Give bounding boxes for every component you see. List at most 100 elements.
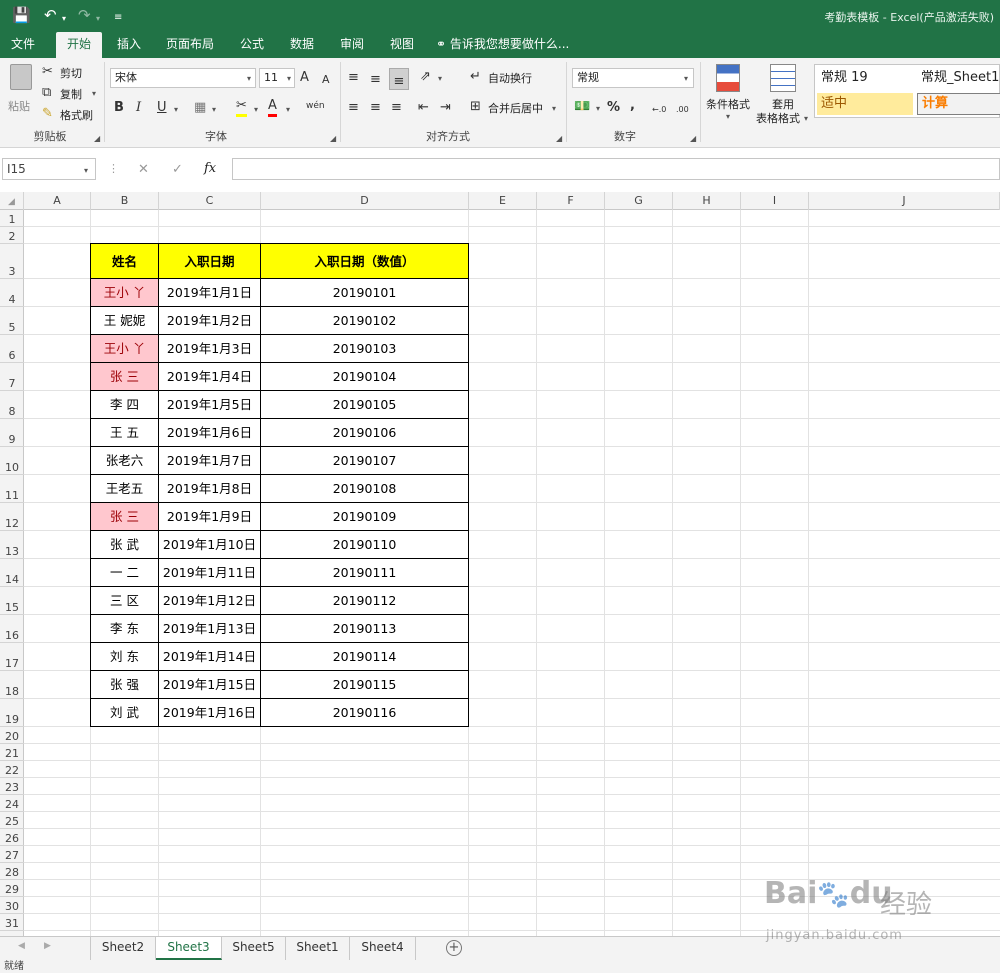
undo-icon[interactable]: ↶ xyxy=(44,7,57,23)
sheet-tab-sheet3[interactable]: Sheet3 xyxy=(156,937,222,960)
row-header[interactable]: 21 xyxy=(0,744,24,761)
row-header[interactable]: 16 xyxy=(0,615,24,643)
date-number-cell[interactable]: 20190113 xyxy=(261,615,469,643)
date-cell[interactable]: 2019年1月1日 xyxy=(159,279,261,307)
format-painter-button[interactable]: 格式刷 xyxy=(60,107,93,123)
date-cell[interactable]: 2019年1月4日 xyxy=(159,363,261,391)
row-header[interactable]: 8 xyxy=(0,391,24,419)
chevron-down-icon[interactable]: ▾ xyxy=(84,166,88,175)
chevron-down-icon[interactable]: ▾ xyxy=(254,105,258,114)
formula-input[interactable] xyxy=(232,158,1000,180)
row-header[interactable]: 26 xyxy=(0,829,24,846)
name-cell[interactable]: 三 区 xyxy=(90,587,159,615)
name-cell[interactable]: 张 武 xyxy=(90,531,159,559)
name-cell[interactable]: 王小 丫 xyxy=(90,335,159,363)
tell-me-box[interactable]: ⚭ 告诉我您想要做什么... xyxy=(436,32,576,58)
table-header-cell[interactable]: 入职日期 xyxy=(159,243,261,279)
percent-button[interactable]: % xyxy=(607,100,620,116)
row-header[interactable]: 14 xyxy=(0,559,24,587)
name-cell[interactable]: 张 强 xyxy=(90,671,159,699)
tab-file[interactable]: 文件 xyxy=(4,32,42,58)
customize-icon[interactable]: ≡ xyxy=(114,10,122,26)
date-number-cell[interactable]: 20190115 xyxy=(261,671,469,699)
phonetic-icon[interactable]: wén xyxy=(306,98,325,114)
scroll-left-icon[interactable]: ◀ xyxy=(18,941,25,951)
fill-color-icon[interactable]: ✂ xyxy=(236,98,247,117)
sheet-tab-sheet5[interactable]: Sheet5 xyxy=(222,937,286,960)
row-header[interactable]: 1 xyxy=(0,210,24,227)
date-cell[interactable]: 2019年1月5日 xyxy=(159,391,261,419)
date-cell[interactable]: 2019年1月2日 xyxy=(159,307,261,335)
name-cell[interactable]: 张老六 xyxy=(90,447,159,475)
row-header[interactable]: 3 xyxy=(0,244,24,279)
date-cell[interactable]: 2019年1月15日 xyxy=(159,671,261,699)
row-header[interactable]: 18 xyxy=(0,671,24,699)
tab-insert[interactable]: 插入 xyxy=(108,32,150,58)
align-center-icon[interactable]: ≡ xyxy=(370,100,381,116)
row-header[interactable]: 15 xyxy=(0,587,24,615)
row-header[interactable]: 24 xyxy=(0,795,24,812)
date-number-cell[interactable]: 20190109 xyxy=(261,503,469,531)
decrease-indent-icon[interactable]: ⇤ xyxy=(418,100,429,116)
italic-button[interactable]: I xyxy=(136,100,141,116)
date-number-cell[interactable]: 20190112 xyxy=(261,587,469,615)
row-header[interactable]: 25 xyxy=(0,812,24,829)
row-header[interactable]: 19 xyxy=(0,699,24,727)
column-header-c[interactable]: C xyxy=(159,192,261,210)
date-cell[interactable]: 2019年1月13日 xyxy=(159,615,261,643)
date-cell[interactable]: 2019年1月8日 xyxy=(159,475,261,503)
column-header-e[interactable]: E xyxy=(469,192,537,210)
name-cell[interactable]: 李 东 xyxy=(90,615,159,643)
align-top-icon[interactable]: ≡ xyxy=(348,70,359,86)
date-number-cell[interactable]: 20190102 xyxy=(261,307,469,335)
table-header-cell[interactable]: 姓名 xyxy=(90,243,159,279)
wrap-text-button[interactable]: 自动换行 xyxy=(488,70,532,86)
chevron-down-icon[interactable]: ▾ xyxy=(286,105,290,114)
date-number-cell[interactable]: 20190106 xyxy=(261,419,469,447)
column-header-j[interactable]: J xyxy=(809,192,1000,210)
date-cell[interactable]: 2019年1月3日 xyxy=(159,335,261,363)
name-cell[interactable]: 刘 东 xyxy=(90,643,159,671)
name-cell[interactable]: 王小 丫 xyxy=(90,279,159,307)
name-cell[interactable]: 张 三 xyxy=(90,503,159,531)
table-header-cell[interactable]: 入职日期（数值） xyxy=(261,243,469,279)
row-header[interactable]: 7 xyxy=(0,363,24,391)
column-header-h[interactable]: H xyxy=(673,192,741,210)
row-header[interactable]: 23 xyxy=(0,778,24,795)
dialog-launcher-icon[interactable]: ◢ xyxy=(330,134,336,143)
align-right-icon[interactable]: ≡ xyxy=(391,100,402,116)
merge-center-button[interactable]: 合并后居中 xyxy=(488,100,543,116)
date-cell[interactable]: 2019年1月9日 xyxy=(159,503,261,531)
style-normal-sheet1[interactable]: 常规_Sheet1 xyxy=(917,67,1000,89)
paste-button[interactable]: 粘贴 xyxy=(6,62,36,122)
date-cell[interactable]: 2019年1月11日 xyxy=(159,559,261,587)
date-cell[interactable]: 2019年1月10日 xyxy=(159,531,261,559)
row-header[interactable]: 2 xyxy=(0,227,24,244)
tab-view[interactable]: 视图 xyxy=(382,32,422,58)
tab-page-layout[interactable]: 页面布局 xyxy=(160,32,220,58)
align-middle-icon[interactable]: ≡ xyxy=(370,72,381,88)
name-cell[interactable]: 王 妮妮 xyxy=(90,307,159,335)
chevron-down-icon[interactable]: ▾ xyxy=(596,104,600,113)
column-header-f[interactable]: F xyxy=(537,192,605,210)
date-cell[interactable]: 2019年1月16日 xyxy=(159,699,261,727)
row-header[interactable]: 11 xyxy=(0,475,24,503)
row-header[interactable]: 6 xyxy=(0,335,24,363)
row-header[interactable]: 9 xyxy=(0,419,24,447)
row-header[interactable]: 4 xyxy=(0,279,24,307)
row-header[interactable]: 5 xyxy=(0,307,24,335)
date-cell[interactable]: 2019年1月7日 xyxy=(159,447,261,475)
currency-icon[interactable]: 💵 xyxy=(574,99,590,115)
name-cell[interactable]: 李 四 xyxy=(90,391,159,419)
chevron-down-icon[interactable]: ▾ xyxy=(92,89,96,98)
date-number-cell[interactable]: 20190114 xyxy=(261,643,469,671)
style-neutral[interactable]: 适中 xyxy=(817,93,913,115)
scroll-right-icon[interactable]: ▶ xyxy=(44,941,51,951)
tab-formulas[interactable]: 公式 xyxy=(232,32,272,58)
font-color-icon[interactable]: A xyxy=(268,98,277,117)
select-all-corner[interactable]: ◢ xyxy=(0,192,24,210)
cut-button[interactable]: 剪切 xyxy=(60,65,82,81)
row-header[interactable]: 28 xyxy=(0,863,24,880)
date-number-cell[interactable]: 20190110 xyxy=(261,531,469,559)
dialog-launcher-icon[interactable]: ◢ xyxy=(94,134,100,143)
